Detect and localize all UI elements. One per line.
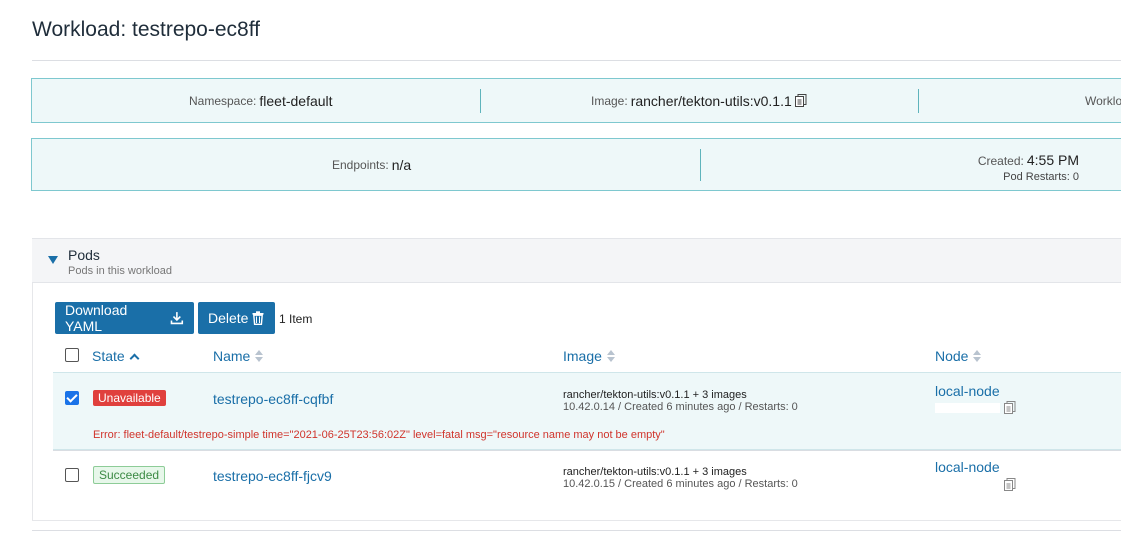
column-header-state[interactable]: State — [92, 348, 140, 364]
image-value: rancher/tekton-utils:v0.1.1 — [630, 92, 792, 109]
workload-label: Worklo — [1085, 93, 1121, 108]
column-state-label: State — [92, 348, 125, 364]
column-node-label: Node — [935, 348, 969, 364]
created-info: Created: 4:55 PM Pod Restarts: 0 — [978, 152, 1079, 183]
status-badge: Unavailable — [93, 390, 166, 406]
copy-icon[interactable] — [794, 94, 807, 107]
bottom-divider — [32, 530, 1121, 531]
endpoints-info: Endpoints: n/a — [332, 139, 411, 190]
row-checkbox[interactable] — [65, 391, 79, 405]
trash-icon — [252, 311, 264, 325]
node-link[interactable]: local-node — [935, 383, 1000, 399]
namespace-value: fleet-default — [259, 92, 333, 109]
sort-icon — [255, 350, 264, 362]
delete-label: Delete — [208, 310, 249, 326]
copy-icon[interactable] — [1004, 478, 1016, 496]
column-name-label: Name — [213, 348, 251, 364]
download-yaml-button[interactable]: Download YAML — [55, 302, 194, 334]
pod-image-detail: 10.42.0.14 / Created 6 minutes ago / Res… — [563, 401, 798, 413]
sort-icon — [606, 350, 615, 362]
created-label: Created: — [977, 154, 1024, 168]
copy-icon[interactable] — [1004, 401, 1016, 419]
workload-info: Worklo — [1085, 79, 1121, 122]
info-box-secondary: Endpoints: n/a Created: 4:55 PM Pod Resta… — [31, 138, 1121, 191]
delete-button[interactable]: Delete — [198, 302, 275, 334]
status-badge: Succeeded — [93, 466, 166, 484]
select-all-checkbox[interactable] — [65, 348, 79, 362]
column-header-name[interactable]: Name — [213, 348, 264, 364]
endpoints-value: n/a — [391, 156, 412, 173]
pods-title: Pods — [68, 247, 100, 263]
node-ip-redacted — [935, 403, 1000, 413]
sort-up-icon — [129, 353, 140, 363]
row-divider — [53, 450, 1121, 451]
endpoints-label: Endpoints: — [332, 157, 389, 172]
column-header-node[interactable]: Node — [935, 348, 982, 364]
pods-subtitle: Pods in this workload — [68, 265, 172, 277]
node-ip-redacted — [935, 480, 1000, 490]
page-title: Workload: testrepo-ec8ff — [32, 18, 261, 41]
title-divider — [32, 60, 1121, 61]
pod-image-detail: 10.42.0.15 / Created 6 minutes ago / Res… — [563, 478, 798, 490]
pods-section-header[interactable]: Pods Pods in this workload — [32, 238, 1121, 283]
node-link[interactable]: local-node — [935, 459, 1000, 475]
info-divider — [700, 149, 701, 181]
column-image-label: Image — [563, 348, 602, 364]
namespace-label: Namespace: — [189, 93, 257, 108]
info-divider — [918, 89, 919, 113]
info-divider — [480, 89, 481, 113]
info-box-primary: Namespace: fleet-default Image: rancher/… — [31, 78, 1121, 123]
pod-restarts: Pod Restarts: 0 — [1003, 171, 1079, 183]
pod-image: rancher/tekton-utils:v0.1.1 + 3 images — [563, 389, 747, 401]
image-label: Image: — [591, 93, 628, 108]
image-info: Image: rancher/tekton-utils:v0.1.1 — [591, 79, 807, 122]
created-value: 4:55 PM — [1026, 152, 1079, 168]
row-error-message: Error: fleet-default/testrepo-simple tim… — [93, 429, 665, 441]
row-checkbox[interactable] — [65, 468, 79, 482]
sort-icon — [973, 350, 982, 362]
pod-image: rancher/tekton-utils:v0.1.1 + 3 images — [563, 466, 747, 478]
pod-name-link[interactable]: testrepo-ec8ff-cqfbf — [213, 391, 333, 407]
pod-name-link[interactable]: testrepo-ec8ff-fjcv9 — [213, 468, 332, 484]
namespace-info: Namespace: fleet-default — [189, 79, 333, 122]
download-yaml-label: Download YAML — [65, 302, 128, 334]
collapse-triangle-icon[interactable] — [48, 256, 58, 264]
item-count: 1 Item — [279, 312, 313, 326]
column-header-image[interactable]: Image — [563, 348, 615, 364]
download-icon — [170, 312, 184, 325]
